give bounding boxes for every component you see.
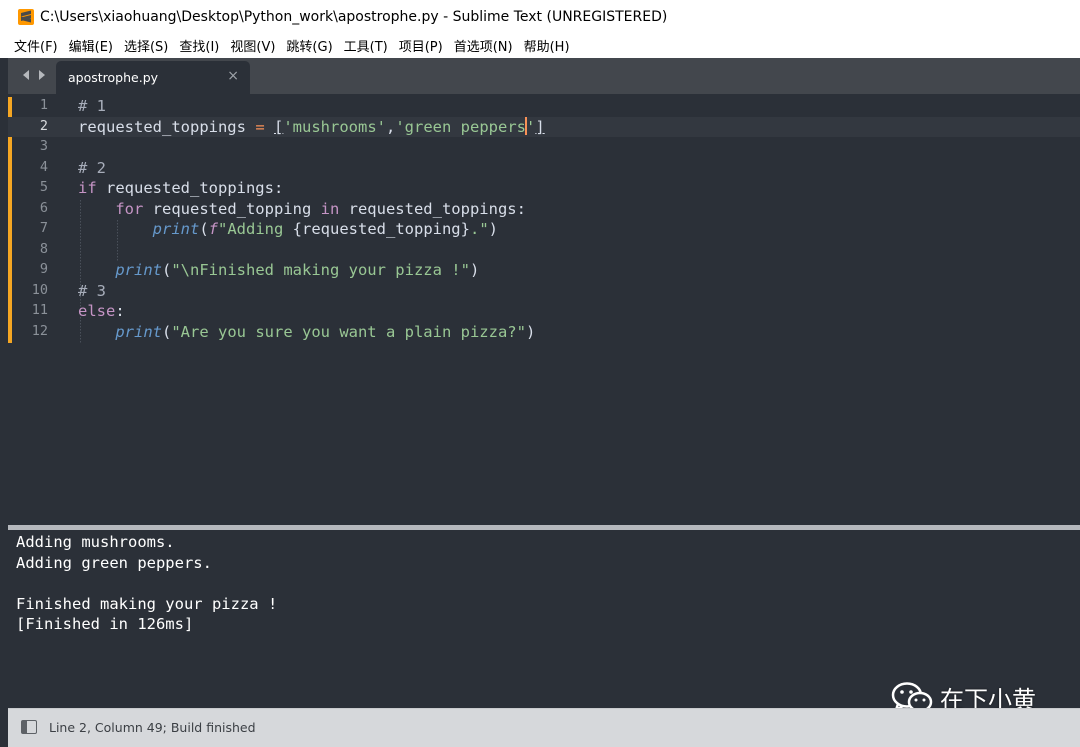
- line-number: 6: [39, 199, 48, 216]
- code-string: 'green peppers: [395, 117, 526, 136]
- close-icon[interactable]: ×: [227, 68, 239, 84]
- line-number: 9: [39, 261, 48, 277]
- menu-bar: 文件(F) 编辑(E) 选择(S) 查找(I) 视图(V) 跳转(G) 工具(T…: [0, 33, 1080, 58]
- code-line-7: 7 print(f"Adding {requested_topping}."): [8, 219, 1080, 240]
- code-function: print: [115, 261, 162, 279]
- output-line: Adding green peppers.: [16, 553, 212, 572]
- line-number: 8: [39, 240, 48, 257]
- code-line-6: 6 for requested_topping in requested_top…: [8, 199, 1080, 220]
- code-identifier: requested_toppings:: [339, 199, 526, 218]
- code-punctuation: ): [469, 261, 480, 279]
- line-number: 3: [39, 138, 48, 154]
- menu-goto[interactable]: 跳转(G): [286, 36, 332, 55]
- code-line-2: 2 requested_toppings = ['mushrooms','gre…: [8, 116, 1080, 137]
- output-line: Adding mushrooms.: [16, 533, 175, 551]
- code-comment: # 2: [78, 158, 106, 177]
- line-number: 5: [39, 179, 48, 195]
- menu-view[interactable]: 视图(V): [230, 36, 275, 55]
- code-line-9: 9 print("\nFinished making your pizza !"…: [8, 260, 1080, 281]
- code-line-12: 12 print("Are you sure you want a plain …: [8, 322, 1080, 343]
- menu-selection[interactable]: 选择(S): [124, 36, 168, 55]
- code-comment: # 1: [78, 97, 106, 115]
- code-keyword: if: [78, 179, 97, 197]
- code-string: "Adding: [218, 220, 293, 238]
- menu-file[interactable]: 文件(F): [14, 36, 58, 55]
- menu-find[interactable]: 查找(I): [179, 36, 219, 55]
- code-function: print: [152, 220, 200, 238]
- line-number: 4: [39, 158, 48, 175]
- code-string: "Are you sure you want a plain pizza?": [171, 322, 526, 341]
- code-punctuation: (: [162, 261, 172, 279]
- tab-label: apostrophe.py: [68, 70, 159, 85]
- code-interpolation: {requested_topping}: [292, 220, 470, 238]
- line-number: 2: [39, 117, 48, 134]
- code-identifier: requested_toppings:: [96, 179, 284, 197]
- code-line-11: 11 else:: [8, 301, 1080, 322]
- code-comment: # 3: [78, 281, 106, 300]
- title-bar: C:\Users\xiaohuang\Desktop\Python_work\a…: [0, 0, 1080, 33]
- code-punctuation: ,: [386, 117, 396, 136]
- line-number: 11: [31, 302, 48, 318]
- code-function: print: [115, 322, 162, 341]
- menu-preferences[interactable]: 首选项(N): [454, 36, 513, 55]
- chevron-left-icon[interactable]: [20, 68, 32, 82]
- code-punctuation: ): [488, 220, 498, 238]
- line-number: 1: [39, 97, 48, 113]
- code-string: ': [526, 117, 536, 136]
- code-line-4: 4 # 2: [8, 158, 1080, 179]
- menu-edit[interactable]: 编辑(E): [69, 36, 113, 55]
- line-number: 12: [31, 322, 48, 339]
- line-number: 7: [39, 220, 48, 236]
- code-line-3: 3: [8, 137, 1080, 158]
- code-editor[interactable]: 1 # 1 2 requested_toppings = ['mushrooms…: [8, 94, 1080, 525]
- panel-toggle-icon[interactable]: [21, 720, 37, 734]
- code-string: "\nFinished making your pizza !": [171, 261, 470, 279]
- code-keyword: for: [115, 199, 144, 218]
- code-punctuation: ): [525, 322, 536, 341]
- menu-tools[interactable]: 工具(T): [344, 36, 388, 55]
- code-identifier: requested_topping: [143, 199, 321, 218]
- code-keyword: in: [320, 199, 340, 218]
- code-line-10: 10 # 3: [8, 281, 1080, 302]
- code-fstring-prefix: f: [208, 220, 219, 238]
- code-punctuation: (: [199, 220, 209, 238]
- code-punctuation: (: [162, 322, 172, 341]
- chevron-right-icon[interactable]: [36, 68, 48, 82]
- sublime-text-icon: [18, 8, 34, 25]
- code-bracket: [: [274, 117, 284, 136]
- tab-apostrophe-py[interactable]: apostrophe.py ×: [56, 61, 250, 94]
- output-line: [Finished in 126ms]: [16, 615, 194, 633]
- window-title: C:\Users\xiaohuang\Desktop\Python_work\a…: [40, 8, 668, 25]
- status-bar: Line 2, Column 49; Build finished: [8, 708, 1080, 747]
- code-bracket: ]: [535, 117, 545, 136]
- menu-help[interactable]: 帮助(H): [524, 36, 570, 55]
- left-edge: [0, 58, 8, 747]
- tab-navigation: [20, 68, 48, 82]
- code-punctuation: :: [115, 302, 125, 320]
- code-line-1: 1 # 1: [8, 96, 1080, 117]
- line-number: 10: [31, 281, 48, 298]
- status-text: Line 2, Column 49; Build finished: [49, 720, 256, 735]
- code-keyword: else: [78, 302, 116, 320]
- code-string: .": [469, 220, 489, 238]
- code-string: 'mushrooms': [283, 117, 386, 136]
- code-line-8: 8: [8, 240, 1080, 261]
- tab-bar: apostrophe.py ×: [8, 58, 1080, 94]
- output-line: Finished making your pizza !: [16, 594, 278, 613]
- code-identifier: requested_toppings: [78, 117, 256, 136]
- menu-project[interactable]: 项目(P): [399, 36, 443, 55]
- code-operator: =: [255, 117, 265, 136]
- code-line-5: 5 if requested_toppings:: [8, 178, 1080, 199]
